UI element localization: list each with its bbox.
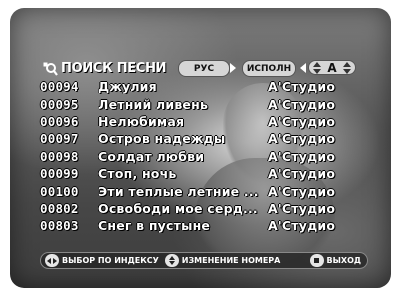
song-number: 00096 (40, 113, 79, 129)
song-artist: A'Студио (268, 218, 336, 234)
song-row[interactable]: 00096 Нелюбимая A'Студио (40, 113, 368, 130)
search-icon (42, 62, 58, 76)
song-number: 00099 (40, 166, 79, 182)
exit-hint: ВЫХОД (326, 256, 361, 265)
song-row[interactable]: 00094 Джулия A'Студио (40, 78, 368, 95)
song-row[interactable]: 00097 Остров надежды A'Студио (40, 130, 368, 147)
arrow-left-icon[interactable] (300, 63, 306, 73)
song-title: Солдат любви (98, 148, 205, 164)
letter-selector[interactable]: A (308, 60, 356, 75)
song-row[interactable]: 00100 Эти теплые летние ... A'Студио (40, 182, 368, 199)
song-title: Эти теплые летние ... (98, 183, 259, 199)
song-title: Стоп, ночь (98, 166, 177, 182)
change-number-hint: ИЗМЕНЕНИЕ НОМЕРА (181, 256, 281, 265)
up-down-icon (164, 254, 179, 267)
song-title: Снег в пустыне (98, 218, 211, 234)
song-row[interactable]: 00099 Стоп, ночь A'Студио (40, 165, 368, 182)
index-select-hint: ВЫБОР ПО ИНДЕКСУ (62, 256, 159, 265)
up-down-icon (312, 61, 322, 74)
song-list: 00094 Джулия A'Студио 00095 Летний ливень A'… (40, 78, 368, 235)
song-row[interactable]: 00803 Снег в пустыне A'Студио (40, 217, 368, 234)
song-number: 00802 (40, 200, 79, 216)
song-artist: A'Студио (268, 79, 336, 95)
song-number: 00100 (40, 183, 79, 199)
song-title: Нелюбимая (98, 113, 185, 129)
song-artist: A'Студио (268, 131, 336, 147)
song-number: 00803 (40, 218, 79, 234)
song-row[interactable]: 00098 Солдат любви A'Студио (40, 148, 368, 165)
song-row[interactable]: 00802 Освободи мое серд... A'Студио (40, 200, 368, 217)
song-title: Остров надежды (98, 131, 226, 147)
song-number: 00098 (40, 148, 79, 164)
song-artist: A'Студио (268, 200, 336, 216)
page-title: ПОИСК ПЕСНИ (61, 61, 167, 76)
left-right-icon (45, 254, 59, 267)
song-number: 00094 (40, 79, 79, 95)
song-artist: A'Студио (268, 183, 336, 199)
song-title: Освободи мое серд... (98, 200, 258, 216)
letter-value: A (327, 60, 337, 75)
song-artist: A'Студио (268, 96, 336, 112)
song-artist: A'Студио (268, 166, 336, 182)
search-mode-selector[interactable]: ИСПОЛН (242, 60, 296, 77)
song-row[interactable]: 00095 Летний ливень A'Студио (40, 95, 368, 112)
song-number: 00095 (40, 96, 79, 112)
song-title: Летний ливень (98, 96, 209, 112)
song-title: Джулия (98, 79, 157, 95)
title-wrap: ПОИСК ПЕСНИ (42, 60, 167, 77)
stop-icon (309, 254, 324, 267)
language-selector[interactable]: РУС (178, 60, 230, 77)
header-bar: ПОИСК ПЕСНИ РУС ИСПОЛН A (42, 60, 362, 77)
footer-hints: ВЫБОР ПО ИНДЕКСУ ИЗМЕНЕНИЕ НОМЕРА ВЫХОД (40, 252, 368, 269)
song-artist: A'Студио (268, 148, 336, 164)
up-down-icon (342, 61, 352, 74)
song-artist: A'Студио (268, 113, 336, 129)
song-number: 00097 (40, 131, 79, 147)
arrow-right-icon (230, 63, 236, 73)
